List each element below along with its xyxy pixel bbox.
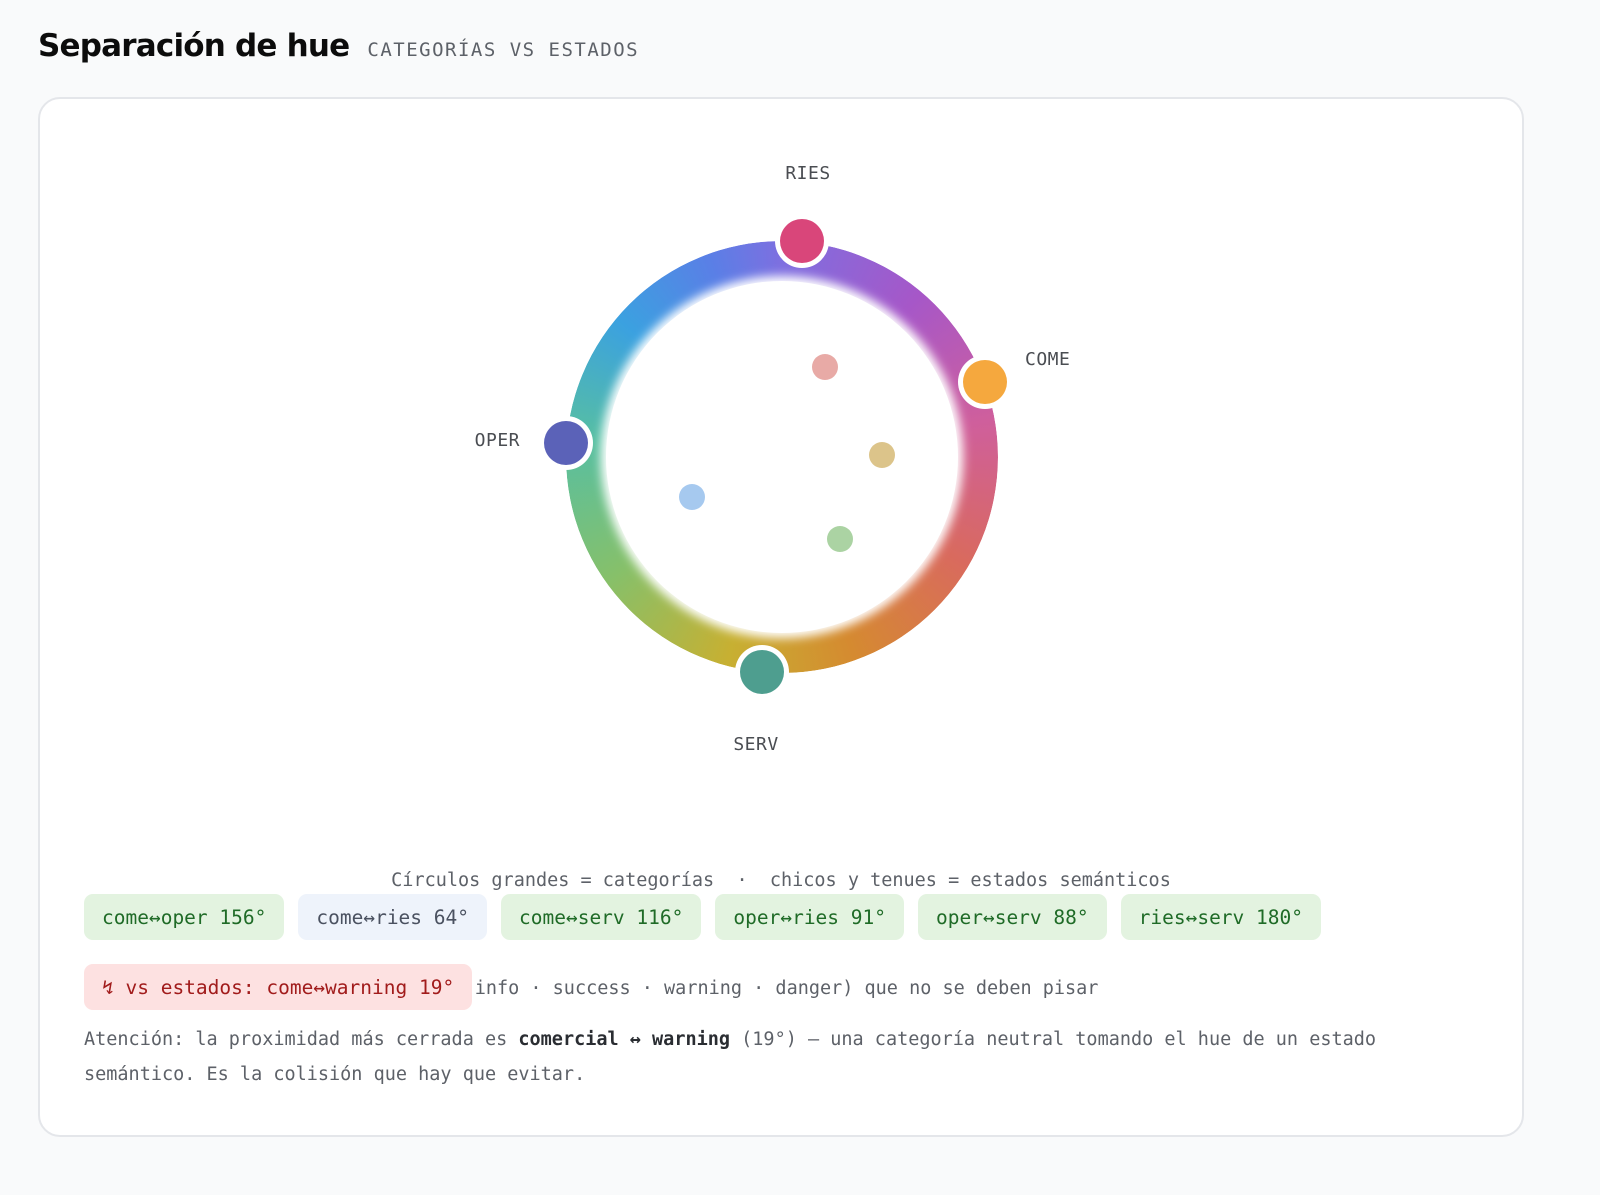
- category-dot-come: [963, 360, 1007, 404]
- page-title: Separación de hue: [38, 28, 350, 64]
- distance-chip: come↔oper 156°: [84, 894, 285, 940]
- category-dot-ries: [780, 219, 824, 263]
- category-dot-oper: [544, 421, 588, 465]
- category-label-oper: OPER: [475, 430, 520, 451]
- distance-chips: come↔oper 156° come↔ries 64° come↔serv 116…: [84, 894, 1484, 1010]
- collision-warning-chip: ↯ vs estados: come↔warning 19°: [84, 964, 473, 1010]
- state-dot-danger: [812, 354, 838, 380]
- state-dot-warning: [869, 442, 895, 468]
- distance-chip: come↔serv 116°: [501, 894, 702, 940]
- distance-chip: oper↔ries 91°: [715, 894, 904, 940]
- category-label-come: COME: [1025, 349, 1070, 370]
- note-pair: comercial ↔ warning: [518, 1029, 731, 1050]
- attention-note: Atención: la proximidad más cerrada es c…: [84, 1022, 1484, 1092]
- distance-chip: oper↔serv 88°: [918, 894, 1107, 940]
- distance-chip: come↔ries 64°: [298, 894, 487, 940]
- note-prefix: Atención: la proximidad más cerrada es: [84, 1029, 519, 1050]
- distance-chip: ries↔serv 180°: [1120, 894, 1321, 940]
- hue-card: RIES COME SERV OPER Círculos grandes = cate…: [38, 97, 1524, 1137]
- category-label-serv: SERV: [733, 734, 778, 755]
- page-subtitle: CATEGORÍAS VS ESTADOS: [367, 39, 640, 61]
- category-dot-serv: [740, 650, 784, 694]
- state-dot-info: [679, 484, 705, 510]
- hue-wheel: RIES COME SERV OPER: [475, 163, 1070, 755]
- category-label-ries: RIES: [785, 163, 830, 184]
- page-header: Separación de hue CATEGORÍAS VS ESTADOS: [38, 28, 639, 64]
- state-dot-success: [827, 526, 853, 552]
